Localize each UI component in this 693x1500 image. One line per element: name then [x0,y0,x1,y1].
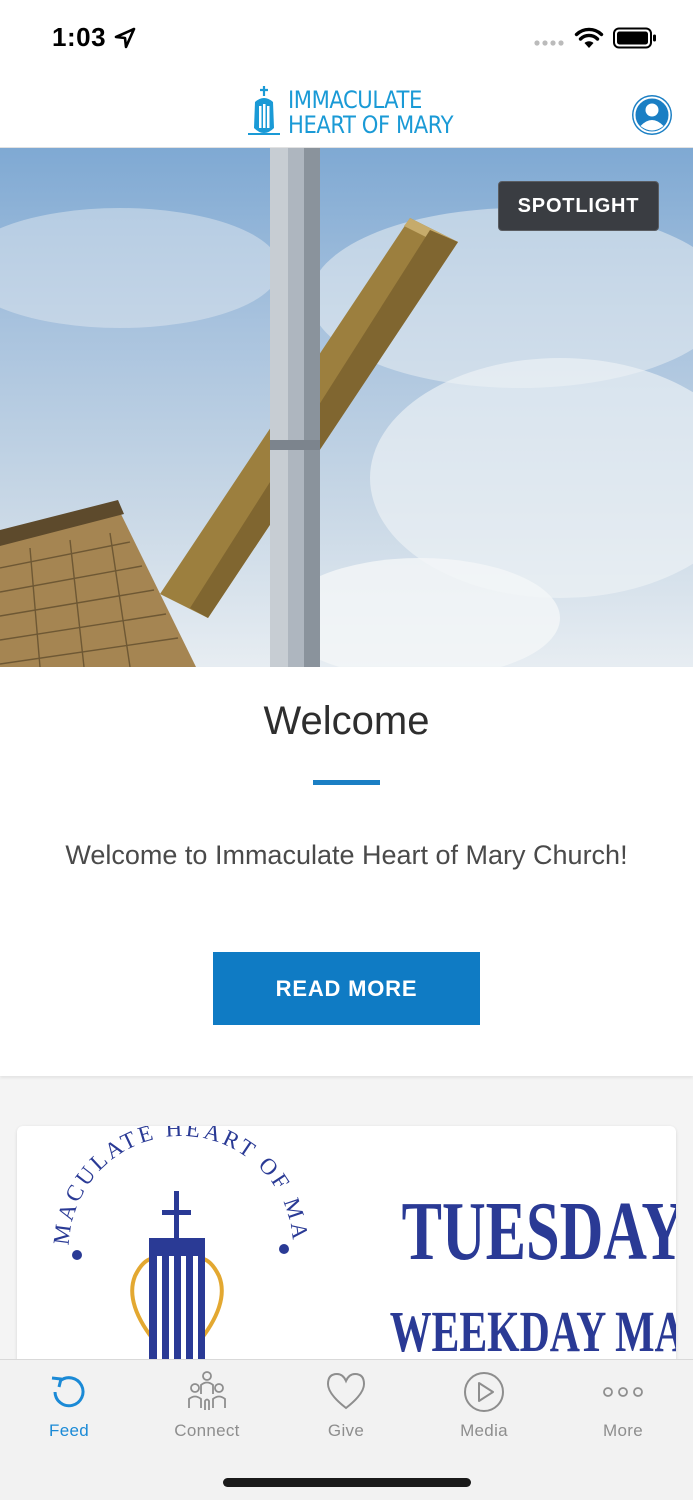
status-bar: 1:03 [0,0,693,76]
svg-text:IMMACULATE HEART OF MARY: IMMACULATE HEART OF MARY [17,1126,313,1246]
logo-line-1: IMMACULATE [288,86,422,114]
welcome-text: Welcome to Immaculate Heart of Mary Chur… [65,840,628,870]
welcome-title: Welcome [263,699,430,743]
church-logo[interactable]: IMMACULATE HEART OF MARY [246,82,456,140]
more-dots-icon [603,1387,643,1397]
title-divider [313,780,380,785]
tab-label-more: More [603,1421,643,1440]
tab-media[interactable]: Media [415,1360,553,1450]
logo-line-2: HEART OF MARY [288,111,454,139]
spotlight-hero-image[interactable]: SPOTLIGHT [0,148,693,667]
church-logo-icon [248,86,280,135]
spotlight-badge: SPOTLIGHT [498,181,659,231]
mass-title: TUESDAY [401,1185,676,1278]
refresh-icon [51,1376,85,1408]
welcome-card: Welcome Welcome to Immaculate Heart of M… [0,667,693,1076]
bottom-tab-bar: Feed Connect Give Media More [0,1359,693,1500]
read-more-button[interactable]: READ MORE [213,952,480,1025]
tab-label-media: Media [460,1421,508,1440]
status-time: 1:03 [52,22,107,52]
tab-connect[interactable]: Connect [138,1360,276,1450]
signal-dots-icon [534,40,564,46]
heart-icon [326,1372,366,1410]
tab-give[interactable]: Give [277,1360,415,1450]
tab-label-feed: Feed [49,1421,89,1440]
home-indicator [223,1478,471,1487]
seal-text: IMMACULATE HEART OF MARY [17,1126,310,1246]
tab-label-give: Give [327,1421,365,1440]
battery-icon [613,27,656,49]
person-icon [633,96,671,134]
app-header: IMMACULATE HEART OF MARY [0,76,693,148]
feed-card-tuesday-mass[interactable]: IMMACULATE HEART OF MARY TUESDAY WEEKDAY… [17,1126,676,1386]
mass-subtitle: WEEKDAY MASS [389,1299,676,1364]
location-arrow-icon [114,27,136,49]
profile-button[interactable] [632,95,672,135]
play-icon [464,1372,504,1412]
tab-more[interactable]: More [554,1360,692,1450]
tab-feed[interactable]: Feed [0,1360,138,1450]
wifi-icon [574,27,604,48]
tab-label-connect: Connect [174,1421,240,1440]
people-icon [188,1371,226,1410]
